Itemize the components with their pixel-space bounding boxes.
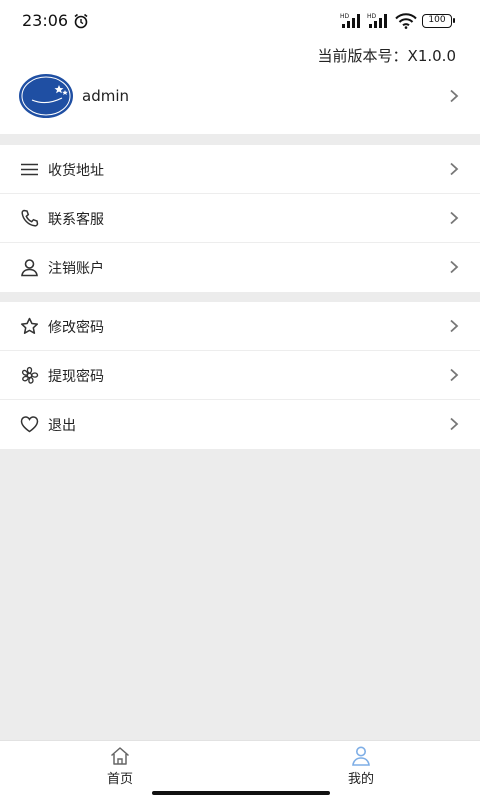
signal-hd-tag: HD [340, 13, 350, 20]
home-icon [111, 747, 129, 765]
menu-item-delete-account[interactable]: 注销账户 [0, 243, 480, 292]
signal-icon: HD [340, 13, 360, 28]
profile-header: 当前版本号：X1.0.0 admin [0, 42, 480, 134]
menu-item-customer-service[interactable]: 联系客服 [0, 194, 480, 243]
tab-mine[interactable]: 我的 [321, 746, 401, 787]
wifi-icon [395, 13, 417, 29]
menu-group-account: 收货地址 联系客服 注销账户 [0, 145, 480, 292]
battery-level: 100 [428, 15, 446, 25]
signal-hd-tag: HD [367, 13, 377, 20]
menu-item-label: 退出 [48, 418, 76, 434]
star-icon [20, 317, 39, 334]
home-indicator [152, 791, 330, 795]
menu-item-label: 提现密码 [48, 369, 104, 385]
signal-icon: HD [367, 13, 387, 28]
menu-group-security: 修改密码 提现密码 退出 [0, 302, 480, 449]
chevron-right-icon [450, 417, 459, 431]
alarm-icon [74, 13, 88, 29]
menu-item-withdraw-password[interactable]: 提现密码 [0, 351, 480, 400]
battery-indicator: 100 [422, 14, 455, 28]
flower-icon [22, 366, 39, 384]
heart-icon [20, 416, 39, 433]
status-time: 23:06 [22, 11, 69, 30]
chevron-right-icon [450, 368, 459, 382]
version-label: 当前版本号：X1.0.0 [317, 47, 456, 65]
chevron-right-icon [450, 162, 459, 176]
menu-item-label: 收货地址 [48, 163, 104, 179]
username: admin [82, 87, 129, 105]
tab-home[interactable]: 首页 [80, 746, 160, 787]
tab-home-label: 首页 [106, 772, 133, 787]
chevron-right-icon [450, 260, 459, 274]
menu-item-label: 修改密码 [48, 320, 104, 336]
menu-item-label: 联系客服 [48, 212, 104, 228]
user-icon [352, 746, 370, 766]
phone-icon [21, 209, 39, 227]
list-icon [21, 163, 38, 176]
user-icon [21, 259, 38, 277]
chevron-right-icon [450, 211, 459, 225]
chevron-right-icon [450, 319, 459, 333]
tab-mine-label: 我的 [347, 772, 374, 787]
profile-row[interactable]: admin [0, 73, 480, 123]
menu-item-shipping-address[interactable]: 收货地址 [0, 145, 480, 194]
status-bar: 23:06 HD HD 100 [0, 0, 480, 42]
chevron-right-icon [450, 89, 459, 103]
avatar [19, 74, 73, 118]
menu-item-change-password[interactable]: 修改密码 [0, 302, 480, 351]
menu-item-label: 注销账户 [48, 261, 104, 277]
menu-item-logout[interactable]: 退出 [0, 400, 480, 449]
